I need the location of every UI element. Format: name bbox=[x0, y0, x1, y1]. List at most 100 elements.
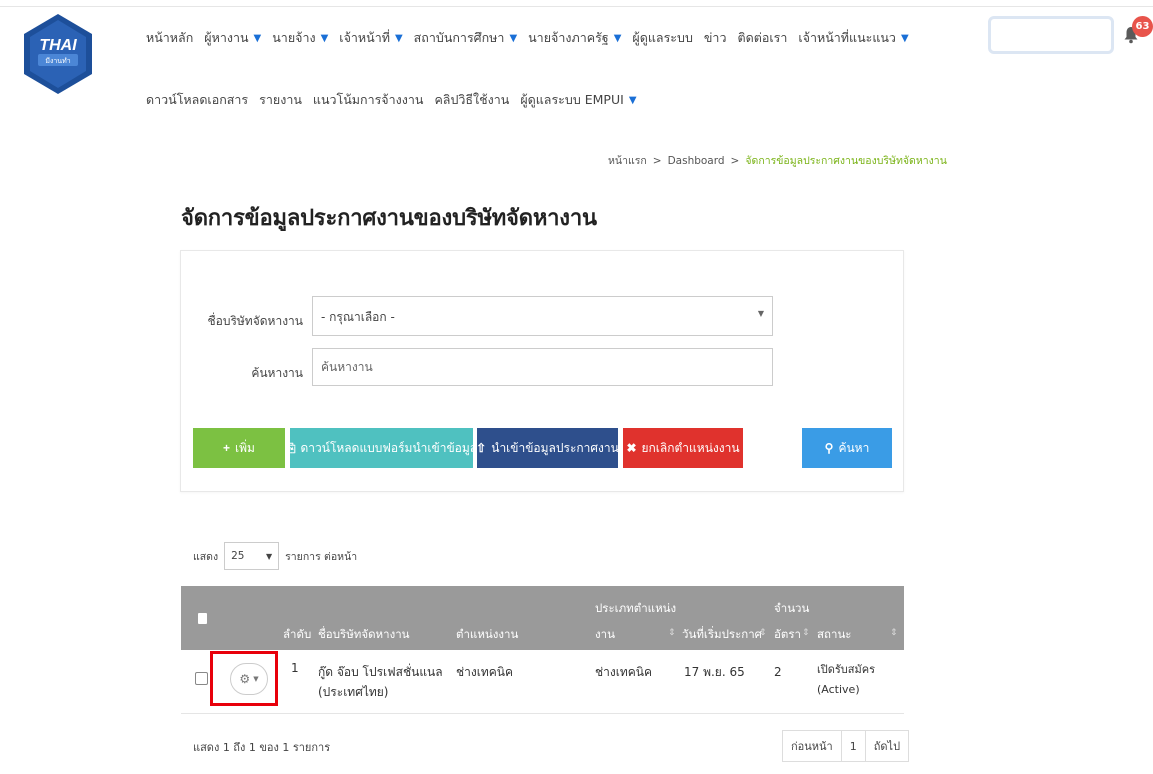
chevron-down-icon: ▼ bbox=[757, 309, 764, 318]
add-button[interactable]: + เพิ่ม bbox=[193, 428, 285, 468]
caret-down-icon: ▼ bbox=[509, 32, 518, 44]
cell-company-line2: (ประเทศไทย) bbox=[318, 685, 389, 699]
company-select[interactable]: - กรุณาเลือก - ▼ bbox=[312, 296, 773, 336]
header-count-line2: อัตรา bbox=[774, 627, 802, 641]
cancel-position-button[interactable]: ✖ ยกเลิกตำแหน่งงาน bbox=[623, 428, 743, 468]
main-nav-row-2: ดาวน์โหลดเอกสาร รายงาน แนวโน้มการจ้างงาน คล… bbox=[146, 90, 648, 110]
pagination-prev[interactable]: ก่อนหน้า bbox=[783, 731, 842, 761]
cell-status: เปิดรับสมัคร (Active) bbox=[817, 660, 875, 700]
nav-row1-item[interactable]: ข่าว bbox=[704, 28, 727, 48]
nav-row1-item[interactable]: เจ้าหน้าที่แนะแนว ▼ bbox=[798, 28, 908, 48]
nav-row2-item-label: ดาวน์โหลดเอกสาร bbox=[146, 92, 249, 107]
nav-row1-item[interactable]: นายจ้าง ▼ bbox=[272, 28, 328, 48]
nav-row1-item[interactable]: ผู้หางาน ▼ bbox=[204, 28, 261, 48]
nav-row1-item[interactable]: เจ้าหน้าที่ ▼ bbox=[339, 28, 402, 48]
highlight-box bbox=[210, 651, 278, 706]
nav-row2-item[interactable]: รายงาน bbox=[259, 90, 302, 110]
file-icon: ⎘ bbox=[285, 440, 296, 455]
table-info: แสดง 1 ถึง 1 ของ 1 รายการ bbox=[193, 741, 331, 754]
breadcrumb-separator: > bbox=[730, 155, 740, 167]
nav-row1-item[interactable]: สถาบันการศึกษา ▼ bbox=[414, 28, 517, 48]
sort-icon[interactable]: ⇕ bbox=[890, 628, 898, 638]
nav-row1-item-label: ผู้หางาน bbox=[204, 30, 249, 45]
row-checkbox[interactable] bbox=[195, 672, 208, 685]
sort-icon[interactable]: ⇕ bbox=[668, 628, 676, 638]
header-count-line1[interactable]: จำนวน bbox=[774, 600, 809, 618]
search-button[interactable]: ⚲ ค้นหา bbox=[802, 428, 892, 468]
cell-count: 2 bbox=[774, 665, 782, 679]
cell-order: 1 bbox=[291, 661, 299, 675]
nav-row1-item[interactable]: หน้าหลัก bbox=[146, 28, 193, 48]
close-icon: ✖ bbox=[626, 441, 637, 455]
nav-row1-item-label: นายจ้างภาครัฐ bbox=[528, 30, 609, 45]
cell-status-line2: (Active) bbox=[817, 683, 860, 696]
nav-row1-item[interactable]: ติดต่อเรา bbox=[737, 28, 787, 48]
notification-badge: 63 bbox=[1132, 16, 1153, 37]
nav-row2-item-label: รายงาน bbox=[259, 92, 302, 107]
header-status[interactable]: สถานะ bbox=[817, 626, 851, 644]
nav-row1-item-label: เจ้าหน้าที่แนะแนว bbox=[798, 30, 896, 45]
page-size-suffix: รายการ ต่อหน้า bbox=[285, 550, 358, 563]
cancel-position-label: ยกเลิกตำแหน่งงาน bbox=[641, 440, 740, 455]
nav-row1-item-label: สถาบันการศึกษา bbox=[413, 30, 505, 45]
breadcrumb-separator: > bbox=[652, 155, 662, 167]
nav-row2-item[interactable]: แนวโน้มการจ้างงาน bbox=[313, 90, 424, 110]
header-start-date[interactable]: วันที่เริ่มประกาศ bbox=[682, 626, 762, 644]
top-divider bbox=[0, 6, 1153, 7]
search-button-label: ค้นหา bbox=[838, 440, 870, 455]
nav-row1-item-label: ผู้ดูแลระบบ bbox=[632, 30, 693, 45]
upload-icon: ⇧ bbox=[476, 441, 487, 455]
nav-row1-item-label: เจ้าหน้าที่ bbox=[339, 30, 390, 45]
nav-row1-item-label: ข่าว bbox=[703, 30, 727, 45]
nav-row1-item-label: นายจ้าง bbox=[272, 30, 316, 45]
table-row: ⚙ ▼ 1 กู๊ด จ๊อบ โปรเฟสชั่นแนล (ประเทศไทย)… bbox=[181, 650, 904, 714]
logo-subtext: มีงานทำ bbox=[45, 57, 70, 65]
header-order[interactable]: ลำดับ bbox=[283, 626, 311, 644]
cell-position: ช่างเทคนิค bbox=[456, 665, 514, 679]
search-job-input[interactable] bbox=[312, 348, 773, 386]
caret-down-icon: ▼ bbox=[628, 94, 637, 106]
sort-icon[interactable]: ⇕ bbox=[802, 628, 810, 638]
header-type-line1[interactable]: ประเภทตำแหน่ง bbox=[595, 600, 676, 618]
select-all-checkbox[interactable] bbox=[198, 613, 207, 624]
header-company[interactable]: ชื่อบริษัทจัดหางาน bbox=[318, 626, 410, 644]
nav-row2-item[interactable]: ผู้ดูแลระบบ EMPUI ▼ bbox=[520, 90, 636, 110]
search-job-label: ค้นหางาน bbox=[251, 366, 303, 380]
logo-mark: THAI มีงานทำ bbox=[24, 14, 92, 94]
download-template-button[interactable]: ⎘ ดาวน์โหลดแบบฟอร์มนำเข้าข้อมูล bbox=[286, 428, 477, 468]
pagination-page[interactable]: 1 bbox=[842, 731, 866, 761]
download-template-label: ดาวน์โหลดแบบฟอร์มนำเข้าข้อมูล bbox=[300, 440, 478, 455]
page-size-select[interactable]: 25 ▼ bbox=[224, 542, 280, 570]
cell-company-line1: กู๊ด จ๊อบ โปรเฟสชั่นแนล bbox=[318, 665, 443, 679]
breadcrumb: หน้าแรก > Dashboard > จัดการข้อมูลประกาศงานข… bbox=[608, 152, 947, 169]
search-icon: ⚲ bbox=[824, 441, 834, 455]
breadcrumb-home[interactable]: หน้าแรก bbox=[608, 155, 647, 167]
nav-row1-item[interactable]: นายจ้างภาครัฐ ▼ bbox=[528, 28, 621, 48]
caret-down-icon: ▼ bbox=[900, 32, 909, 44]
header-search-box[interactable] bbox=[988, 16, 1114, 54]
page-size-prefix: แสดง bbox=[193, 550, 219, 563]
nav-row2-item[interactable]: คลิปวิธีใช้งาน bbox=[434, 90, 509, 110]
company-select-value: - กรุณาเลือก - bbox=[321, 310, 395, 324]
nav-row1-item[interactable]: ผู้ดูแลระบบ bbox=[632, 28, 692, 48]
company-label: ชื่อบริษัทจัดหางาน bbox=[207, 314, 303, 328]
cell-type: ช่างเทคนิค bbox=[595, 665, 653, 679]
pagination: ก่อนหน้า 1 ถัดไป bbox=[782, 730, 910, 762]
nav-row2-item[interactable]: ดาวน์โหลดเอกสาร bbox=[146, 90, 248, 110]
import-button[interactable]: ⇧ นำเข้าข้อมูลประกาศงาน bbox=[476, 428, 619, 468]
page-title: จัดการข้อมูลประกาศงานของบริษัทจัดหางาน bbox=[181, 206, 597, 231]
site-logo[interactable]: THAI มีงานทำ bbox=[20, 12, 96, 96]
sort-icon[interactable]: ⇕ bbox=[759, 628, 767, 638]
nav-row2-item-label: คลิปวิธีใช้งาน bbox=[434, 92, 510, 107]
page-size-control: แสดง 25 ▼ รายการ ต่อหน้า bbox=[193, 542, 357, 570]
add-button-label: เพิ่ม bbox=[235, 440, 255, 455]
caret-down-icon: ▼ bbox=[253, 32, 262, 44]
table-header: ลำดับ ชื่อบริษัทจัดหางาน ตำแหน่งงาน ประเ… bbox=[181, 586, 904, 650]
breadcrumb-dashboard[interactable]: Dashboard bbox=[668, 155, 725, 167]
header-type-line2: งาน bbox=[595, 627, 615, 641]
pagination-next[interactable]: ถัดไป bbox=[866, 731, 908, 761]
nav-row1-item-label: ติดต่อเรา bbox=[737, 30, 788, 45]
page-size-value: 25 bbox=[231, 550, 245, 562]
header-position[interactable]: ตำแหน่งงาน bbox=[456, 626, 518, 644]
nav-row2-item-label: แนวโน้มการจ้างงาน bbox=[312, 92, 424, 107]
